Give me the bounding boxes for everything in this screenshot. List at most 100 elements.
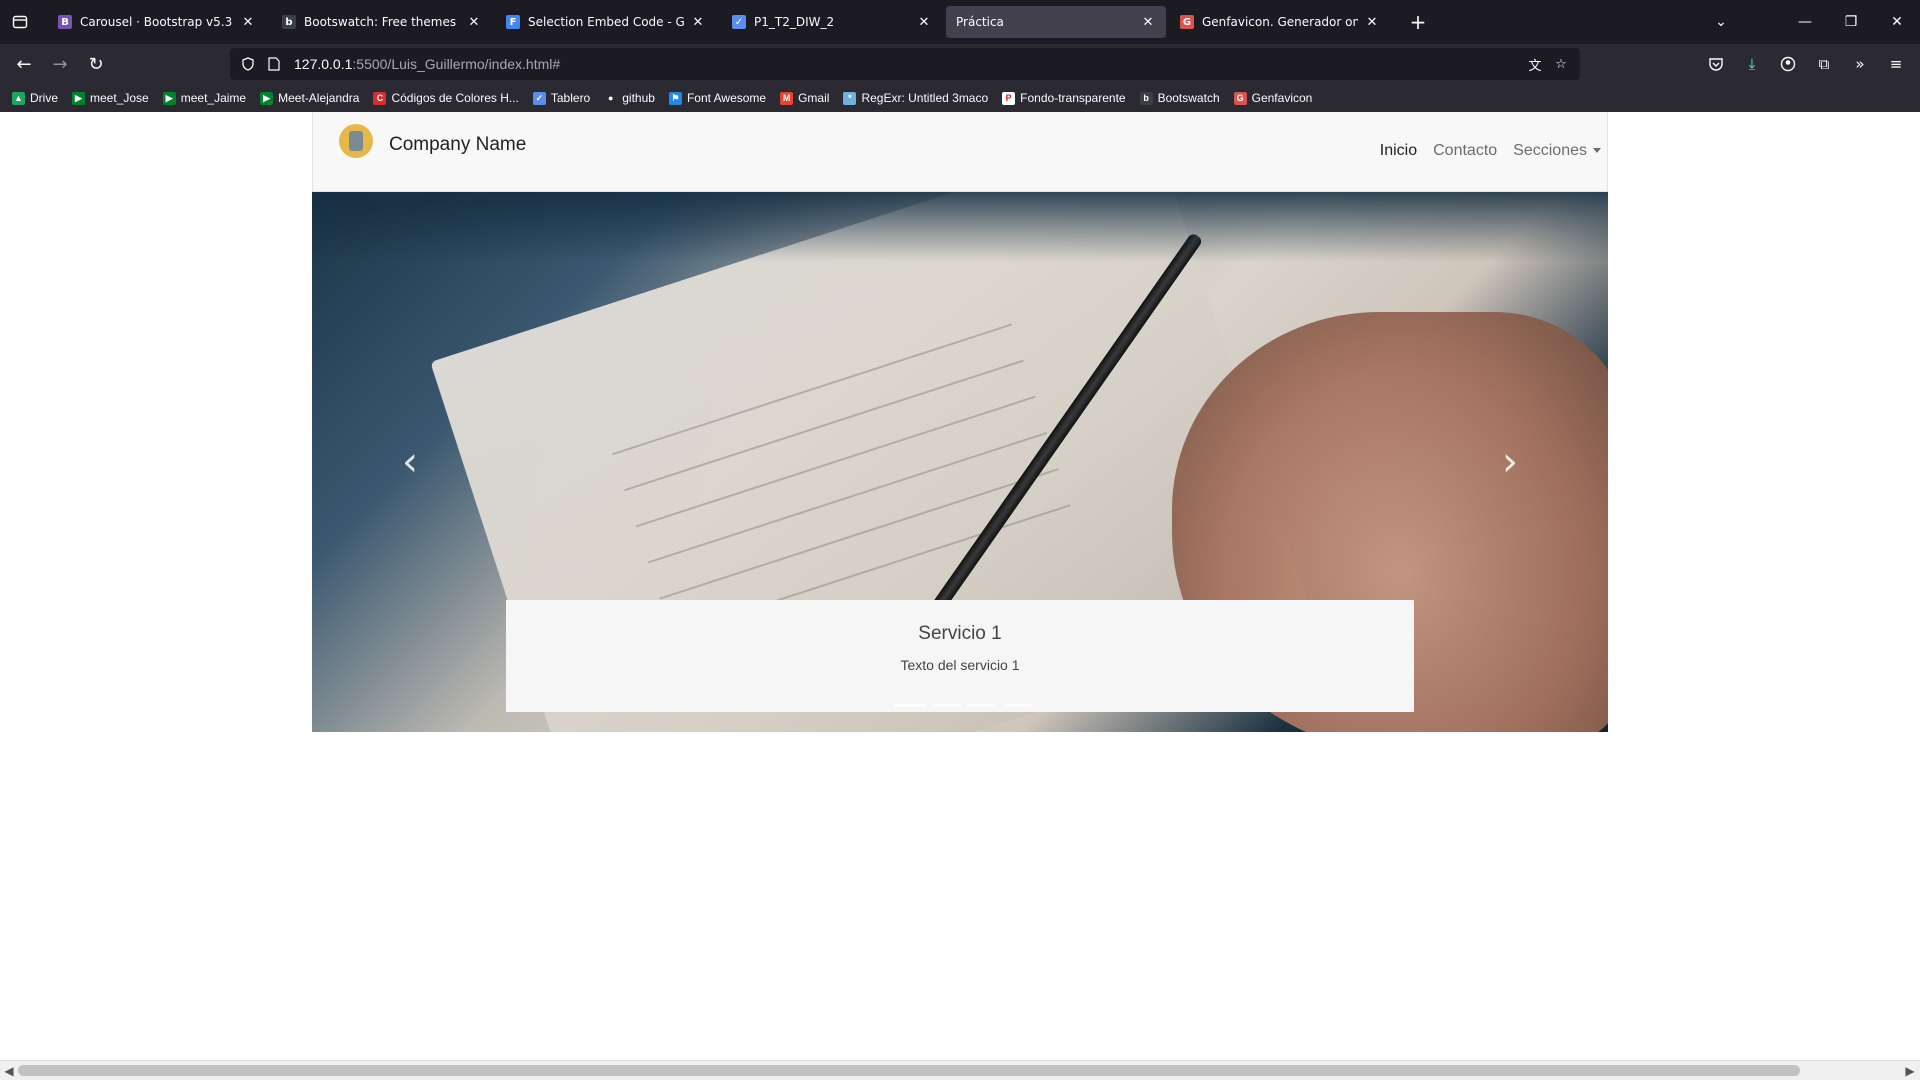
menu-icon[interactable]: ≡ — [1886, 54, 1906, 74]
bookmark-star-icon[interactable]: ☆ — [1553, 56, 1569, 72]
more-tools-icon[interactable]: » — [1850, 54, 1870, 74]
tab-5[interactable]: Práctica ✕ — [946, 6, 1166, 38]
tab-title: Carousel · Bootstrap v5.3 — [80, 15, 233, 29]
caret-down-icon — [1593, 148, 1601, 154]
carousel-indicator[interactable] — [1003, 704, 1033, 707]
restore-button[interactable]: ❐ — [1828, 0, 1874, 44]
bookmark-item[interactable]: ▲ Drive — [12, 91, 58, 105]
bookmark-label: Tablero — [550, 91, 591, 105]
bookmark-item[interactable]: C Códigos de Colores H... — [373, 91, 519, 105]
url-text[interactable]: 127.0.0.1:5500/Luis_Guillermo/index.html… — [294, 56, 560, 72]
carousel-prev-icon[interactable]: ‹ — [390, 439, 430, 485]
shield-icon[interactable] — [240, 56, 256, 72]
url-path: :5500/Luis_Guillermo/index.html# — [352, 56, 561, 72]
firefox-view-icon[interactable] — [0, 0, 40, 44]
bookmark-label: Fondo-transparente — [1020, 91, 1126, 105]
nav-link-inicio[interactable]: Inicio — [1380, 142, 1417, 160]
bookmark-label: Meet-Alejandra — [278, 91, 360, 105]
board-icon: ✓ — [532, 91, 546, 105]
bookmark-label: Gmail — [798, 91, 830, 105]
bookmark-label: Drive — [30, 91, 59, 105]
carousel-indicator[interactable] — [895, 704, 925, 707]
carousel-next-icon[interactable]: › — [1490, 439, 1530, 485]
new-tab-button[interactable]: + — [1404, 8, 1432, 36]
bookmark-label: Bootswatch — [1157, 91, 1220, 105]
close-tab-icon[interactable]: ✕ — [916, 15, 932, 30]
site-navbar: Company Name Inicio Contacto Secciones — [312, 112, 1608, 192]
pocket-icon[interactable] — [1706, 54, 1726, 74]
bookmark-item[interactable]: ✓ Tablero — [532, 91, 591, 105]
site-container: Company Name Inicio Contacto Secciones ‹… — [312, 112, 1608, 732]
font-awesome-icon: ⚑ — [668, 91, 682, 105]
brand-name[interactable]: Company Name — [389, 134, 526, 156]
carousel-indicator[interactable] — [931, 704, 961, 707]
tab-title: Selection Embed Code - Googl — [528, 15, 684, 29]
meet-icon: ▶ — [260, 91, 274, 105]
caption-text: Texto del servicio 1 — [900, 657, 1020, 673]
brand-logo[interactable] — [339, 124, 373, 158]
tab-1[interactable]: B Carousel · Bootstrap v5.3 ✕ — [48, 6, 266, 38]
reload-icon[interactable]: ↻ — [82, 50, 110, 78]
genfavicon-icon: G — [1180, 15, 1194, 29]
close-window-button[interactable]: ✕ — [1874, 0, 1920, 44]
genfavicon-icon: G — [1233, 91, 1247, 105]
bookmark-label: github — [622, 91, 655, 105]
url-bar[interactable]: 127.0.0.1:5500/Luis_Guillermo/index.html… — [230, 48, 1580, 80]
bookmark-label: Códigos de Colores H... — [391, 91, 519, 105]
tasks-icon: ✓ — [732, 15, 746, 29]
tab-6[interactable]: G Genfavicon. Generador online g ✕ — [1170, 6, 1390, 38]
bookmark-item[interactable]: P Fondo-transparente — [1002, 91, 1126, 105]
close-tab-icon[interactable]: ✕ — [466, 15, 482, 30]
bookmark-item[interactable]: ● github — [604, 91, 655, 105]
bookmark-item[interactable]: ▶ meet_Jaime — [162, 91, 247, 105]
list-all-tabs-icon[interactable]: ⌄ — [1698, 0, 1744, 44]
bookmark-item[interactable]: ▶ meet_Jose — [72, 91, 149, 105]
bookmark-label: meet_Jose — [90, 91, 149, 105]
bookmark-item[interactable]: G Genfavicon — [1233, 91, 1313, 105]
bootswatch-icon: b — [282, 15, 296, 29]
downloads-icon[interactable]: ⤓ — [1742, 54, 1762, 74]
navigation-toolbar: ← → ↻ 127.0.0.1:5500/Luis_Guillermo/inde… — [0, 44, 1920, 84]
scroll-left-icon[interactable]: ◀ — [1, 1063, 17, 1079]
google-fonts-icon: F — [506, 15, 520, 29]
close-tab-icon[interactable]: ✕ — [690, 15, 706, 30]
bookmark-label: Font Awesome — [686, 91, 767, 105]
bookmark-label: meet_Jaime — [180, 91, 247, 105]
tab-3[interactable]: F Selection Embed Code - Googl ✕ — [496, 6, 716, 38]
translate-icon[interactable]: 文 — [1527, 56, 1543, 74]
extensions-icon[interactable]: ⧉ — [1814, 54, 1834, 74]
nav-link-contacto[interactable]: Contacto — [1433, 142, 1497, 160]
bookmark-item[interactable]: ▶ Meet-Alejandra — [260, 91, 359, 105]
scrollbar-thumb[interactable] — [18, 1065, 1800, 1076]
bookmark-item[interactable]: ⚑ Font Awesome — [668, 91, 767, 105]
tab-title: P1_T2_DIW_2 — [754, 15, 835, 29]
page-content: Company Name Inicio Contacto Secciones ‹… — [0, 112, 1920, 1060]
carousel-indicator[interactable] — [967, 704, 997, 707]
nav-dropdown-label: Secciones — [1513, 142, 1587, 159]
bookmark-item[interactable]: M Gmail — [780, 91, 829, 105]
page-icon[interactable] — [266, 56, 282, 72]
nav-links: Inicio Contacto Secciones — [1364, 142, 1601, 160]
minimize-button[interactable]: — — [1782, 0, 1828, 44]
close-tab-icon[interactable]: ✕ — [1140, 15, 1156, 30]
regexr-icon: * — [843, 91, 857, 105]
tab-4[interactable]: ✓ P1_T2_DIW_2 ✕ — [722, 6, 942, 38]
bookmark-label: Genfavicon — [1251, 91, 1313, 105]
tab-2[interactable]: b Bootswatch: Free themes for Bo ✕ — [272, 6, 492, 38]
forward-icon[interactable]: → — [46, 50, 74, 78]
bookmark-item[interactable]: b Bootswatch — [1139, 91, 1220, 105]
nav-dropdown-secciones[interactable]: Secciones — [1513, 142, 1601, 160]
close-tab-icon[interactable]: ✕ — [240, 15, 256, 30]
account-icon[interactable] — [1778, 54, 1798, 74]
tab-title: Bootswatch: Free themes for Bo — [304, 15, 460, 29]
caption-title: Servicio 1 — [918, 623, 1002, 644]
close-tab-icon[interactable]: ✕ — [1364, 15, 1380, 30]
horizontal-scrollbar[interactable]: ◀ ▶ — [0, 1060, 1920, 1080]
bookmark-item[interactable]: * RegExr: Untitled 3maco — [843, 91, 988, 105]
meet-icon: ▶ — [72, 91, 86, 105]
carousel-caption: Servicio 1 Texto del servicio 1 — [506, 600, 1414, 712]
pdf-icon: P — [1002, 91, 1016, 105]
scroll-right-icon[interactable]: ▶ — [1902, 1063, 1918, 1079]
back-icon[interactable]: ← — [10, 50, 38, 78]
carousel: ‹ › Servicio 1 Texto del servicio 1 — [312, 192, 1608, 732]
